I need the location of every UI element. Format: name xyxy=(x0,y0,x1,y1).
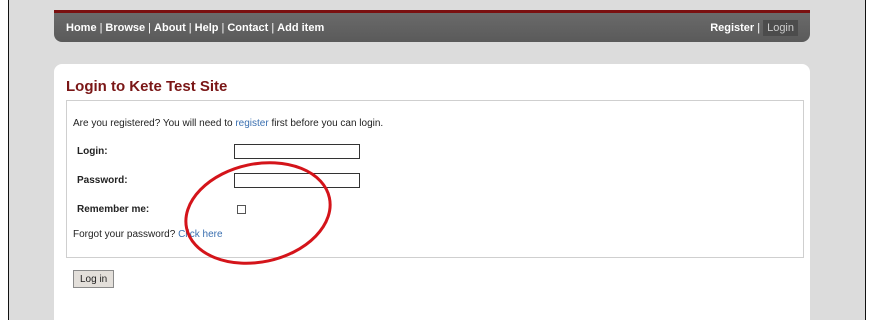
nav-separator: | xyxy=(221,21,225,34)
remember-me-label: Remember me: xyxy=(77,204,150,215)
login-label: Login: xyxy=(77,146,108,157)
nav-browse-link[interactable]: Browse xyxy=(105,22,145,34)
nav-left-links: Home | Browse | About | Help | Contact |… xyxy=(66,22,324,34)
login-input[interactable] xyxy=(234,144,360,159)
nav-login-link[interactable]: Login xyxy=(763,19,798,36)
nav-about-link[interactable]: About xyxy=(154,22,186,34)
registration-notice: Are you registered? You will need to reg… xyxy=(73,118,383,129)
nav-help-link[interactable]: Help xyxy=(195,22,219,34)
nav-separator: | xyxy=(99,21,103,34)
forgot-password-link[interactable]: Click here xyxy=(178,229,222,240)
window-frame-right xyxy=(865,0,874,320)
window-frame-left xyxy=(0,0,9,320)
registration-notice-suffix: first before you can login. xyxy=(268,118,384,129)
top-nav-bar: Home | Browse | About | Help | Contact |… xyxy=(54,10,810,42)
forgot-password-prefix: Forgot your password? xyxy=(73,229,179,240)
remember-me-checkbox[interactable] xyxy=(237,205,246,214)
main-content-panel: Login to Kete Test Site Are you register… xyxy=(54,64,810,320)
nav-separator: | xyxy=(188,21,192,34)
page-title: Login to Kete Test Site xyxy=(66,78,228,95)
register-link[interactable]: register xyxy=(235,118,268,129)
login-form: Are you registered? You will need to reg… xyxy=(66,100,804,258)
registration-notice-prefix: Are you registered? You will need to xyxy=(73,118,236,129)
password-label: Password: xyxy=(77,175,128,186)
nav-separator: | xyxy=(757,21,761,34)
nav-separator: | xyxy=(148,21,152,34)
nav-separator: | xyxy=(271,21,275,34)
password-input[interactable] xyxy=(234,173,360,188)
nav-add-item-link[interactable]: Add item xyxy=(277,22,324,34)
forgot-password-text: Forgot your password? Click here xyxy=(73,229,223,240)
nav-right-links: Register | Login xyxy=(710,19,798,36)
log-in-button[interactable]: Log in xyxy=(73,270,115,288)
nav-contact-link[interactable]: Contact xyxy=(227,22,268,34)
nav-register-link[interactable]: Register xyxy=(710,22,754,34)
nav-home-link[interactable]: Home xyxy=(66,22,97,34)
